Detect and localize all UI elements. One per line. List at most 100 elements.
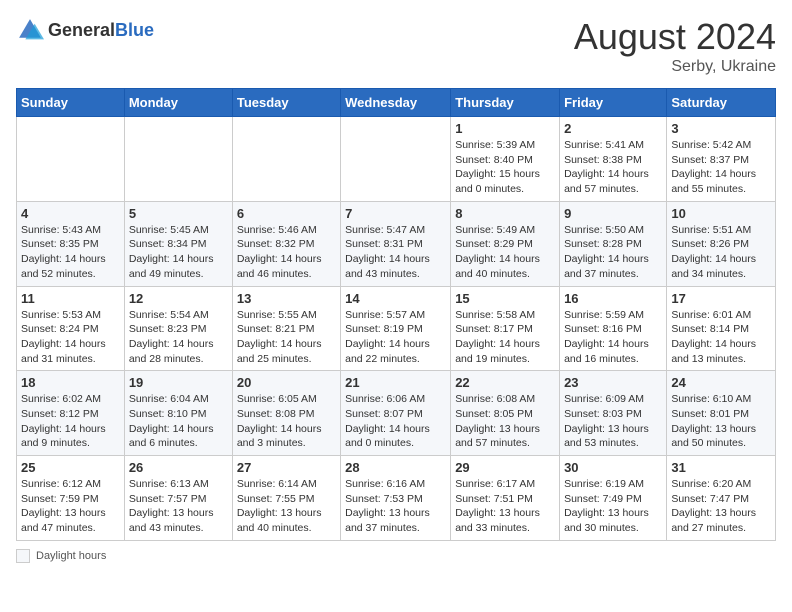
day-info: Sunrise: 5:43 AMSunset: 8:35 PMDaylight:… <box>21 223 120 282</box>
day-info: Sunrise: 6:12 AMSunset: 7:59 PMDaylight:… <box>21 477 120 536</box>
calendar-cell <box>17 117 125 202</box>
day-number: 1 <box>455 121 555 136</box>
location-subtitle: Serby, Ukraine <box>574 58 776 76</box>
legend-box <box>16 549 30 563</box>
day-info: Sunrise: 6:08 AMSunset: 8:05 PMDaylight:… <box>455 392 555 451</box>
day-number: 29 <box>455 460 555 475</box>
weekday-header-row: SundayMondayTuesdayWednesdayThursdayFrid… <box>17 89 776 117</box>
calendar-cell: 22 Sunrise: 6:08 AMSunset: 8:05 PMDayligh… <box>451 371 560 456</box>
day-info: Sunrise: 6:19 AMSunset: 7:49 PMDaylight:… <box>564 477 662 536</box>
weekday-header: Saturday <box>667 89 776 117</box>
calendar-cell: 11 Sunrise: 5:53 AMSunset: 8:24 PMDayligh… <box>17 286 125 371</box>
calendar-week-row: 11 Sunrise: 5:53 AMSunset: 8:24 PMDayligh… <box>17 286 776 371</box>
calendar-cell: 5Sunrise: 5:45 AMSunset: 8:34 PMDaylight… <box>124 201 232 286</box>
calendar-cell: 6 Sunrise: 5:46 AMSunset: 8:32 PMDaylight… <box>232 201 340 286</box>
day-number: 19 <box>129 375 228 390</box>
calendar-cell: 7 Sunrise: 5:47 AMSunset: 8:31 PMDaylight… <box>341 201 451 286</box>
day-number: 28 <box>345 460 446 475</box>
calendar-cell: 4 Sunrise: 5:43 AMSunset: 8:35 PMDaylight… <box>17 201 125 286</box>
day-number: 10 <box>671 206 771 221</box>
day-number: 5 <box>129 206 228 221</box>
day-number: 14 <box>345 291 446 306</box>
day-info: Sunrise: 5:46 AMSunset: 8:32 PMDaylight:… <box>237 223 336 282</box>
calendar-cell: 3 Sunrise: 5:42 AMSunset: 8:37 PMDaylight… <box>667 117 776 202</box>
calendar-cell: 26Sunrise: 6:13 AMSunset: 7:57 PMDayligh… <box>124 456 232 541</box>
day-info: Sunrise: 5:49 AMSunset: 8:29 PMDaylight:… <box>455 223 555 282</box>
day-info: Sunrise: 5:51 AMSunset: 8:26 PMDaylight:… <box>671 223 771 282</box>
calendar-cell: 19 Sunrise: 6:04 AMSunset: 8:10 PMDayligh… <box>124 371 232 456</box>
day-number: 31 <box>671 460 771 475</box>
day-info: Sunrise: 6:16 AMSunset: 7:53 PMDaylight:… <box>345 477 446 536</box>
weekday-header: Thursday <box>451 89 560 117</box>
weekday-header: Sunday <box>17 89 125 117</box>
day-info: Sunrise: 5:47 AMSunset: 8:31 PMDaylight:… <box>345 223 446 282</box>
day-info: Sunrise: 5:57 AMSunset: 8:19 PMDaylight:… <box>345 308 446 367</box>
calendar-week-row: 25 Sunrise: 6:12 AMSunset: 7:59 PMDayligh… <box>17 456 776 541</box>
day-number: 7 <box>345 206 446 221</box>
calendar-cell: 27Sunrise: 6:14 AMSunset: 7:55 PMDayligh… <box>232 456 340 541</box>
day-number: 22 <box>455 375 555 390</box>
day-number: 12 <box>129 291 228 306</box>
day-number: 30 <box>564 460 662 475</box>
calendar-cell: 25 Sunrise: 6:12 AMSunset: 7:59 PMDayligh… <box>17 456 125 541</box>
day-info: Sunrise: 6:02 AMSunset: 8:12 PMDaylight:… <box>21 392 120 451</box>
calendar-cell: 9Sunrise: 5:50 AMSunset: 8:28 PMDaylight… <box>560 201 667 286</box>
calendar-cell: 16Sunrise: 5:59 AMSunset: 8:16 PMDayligh… <box>560 286 667 371</box>
logo-icon <box>16 16 44 44</box>
day-info: Sunrise: 5:55 AMSunset: 8:21 PMDaylight:… <box>237 308 336 367</box>
legend-label: Daylight hours <box>36 550 106 562</box>
day-number: 18 <box>21 375 120 390</box>
calendar-cell: 14 Sunrise: 5:57 AMSunset: 8:19 PMDayligh… <box>341 286 451 371</box>
calendar-cell: 12 Sunrise: 5:54 AMSunset: 8:23 PMDayligh… <box>124 286 232 371</box>
calendar-cell: 15 Sunrise: 5:58 AMSunset: 8:17 PMDayligh… <box>451 286 560 371</box>
calendar-cell: 20Sunrise: 6:05 AMSunset: 8:08 PMDayligh… <box>232 371 340 456</box>
day-number: 6 <box>237 206 336 221</box>
day-info: Sunrise: 5:54 AMSunset: 8:23 PMDaylight:… <box>129 308 228 367</box>
day-number: 2 <box>564 121 662 136</box>
weekday-header: Tuesday <box>232 89 340 117</box>
day-number: 23 <box>564 375 662 390</box>
day-number: 17 <box>671 291 771 306</box>
day-number: 3 <box>671 121 771 136</box>
day-info: Sunrise: 6:13 AMSunset: 7:57 PMDaylight:… <box>129 477 228 536</box>
calendar-cell: 2 Sunrise: 5:41 AMSunset: 8:38 PMDaylight… <box>560 117 667 202</box>
page-header: GeneralBlue August 2024 Serby, Ukraine <box>16 16 776 76</box>
day-info: Sunrise: 5:58 AMSunset: 8:17 PMDaylight:… <box>455 308 555 367</box>
calendar-cell: 18 Sunrise: 6:02 AMSunset: 8:12 PMDayligh… <box>17 371 125 456</box>
day-number: 25 <box>21 460 120 475</box>
calendar-week-row: 18 Sunrise: 6:02 AMSunset: 8:12 PMDayligh… <box>17 371 776 456</box>
calendar-cell: 13Sunrise: 5:55 AMSunset: 8:21 PMDayligh… <box>232 286 340 371</box>
day-info: Sunrise: 6:20 AMSunset: 7:47 PMDaylight:… <box>671 477 771 536</box>
weekday-header: Friday <box>560 89 667 117</box>
day-number: 9 <box>564 206 662 221</box>
calendar-cell: 21Sunrise: 6:06 AMSunset: 8:07 PMDayligh… <box>341 371 451 456</box>
day-info: Sunrise: 6:01 AMSunset: 8:14 PMDaylight:… <box>671 308 771 367</box>
day-info: Sunrise: 5:53 AMSunset: 8:24 PMDaylight:… <box>21 308 120 367</box>
day-info: Sunrise: 6:04 AMSunset: 8:10 PMDaylight:… <box>129 392 228 451</box>
calendar-cell: 30 Sunrise: 6:19 AMSunset: 7:49 PMDayligh… <box>560 456 667 541</box>
day-info: Sunrise: 5:41 AMSunset: 8:38 PMDaylight:… <box>564 138 662 197</box>
title-block: August 2024 Serby, Ukraine <box>574 16 776 76</box>
calendar-week-row: 1 Sunrise: 5:39 AMSunset: 8:40 PMDaylight… <box>17 117 776 202</box>
day-number: 16 <box>564 291 662 306</box>
calendar-cell: 17 Sunrise: 6:01 AMSunset: 8:14 PMDayligh… <box>667 286 776 371</box>
month-year-title: August 2024 <box>574 16 776 58</box>
calendar-cell <box>232 117 340 202</box>
calendar-cell <box>124 117 232 202</box>
day-number: 8 <box>455 206 555 221</box>
day-info: Sunrise: 5:42 AMSunset: 8:37 PMDaylight:… <box>671 138 771 197</box>
legend: Daylight hours <box>16 549 776 563</box>
calendar-cell: 1 Sunrise: 5:39 AMSunset: 8:40 PMDaylight… <box>451 117 560 202</box>
day-number: 4 <box>21 206 120 221</box>
day-number: 11 <box>21 291 120 306</box>
logo: GeneralBlue <box>16 16 154 44</box>
day-info: Sunrise: 6:05 AMSunset: 8:08 PMDaylight:… <box>237 392 336 451</box>
calendar-cell <box>341 117 451 202</box>
calendar-cell: 29Sunrise: 6:17 AMSunset: 7:51 PMDayligh… <box>451 456 560 541</box>
calendar-cell: 28 Sunrise: 6:16 AMSunset: 7:53 PMDayligh… <box>341 456 451 541</box>
calendar-cell: 24Sunrise: 6:10 AMSunset: 8:01 PMDayligh… <box>667 371 776 456</box>
day-number: 15 <box>455 291 555 306</box>
day-info: Sunrise: 5:39 AMSunset: 8:40 PMDaylight:… <box>455 138 555 197</box>
day-info: Sunrise: 6:14 AMSunset: 7:55 PMDaylight:… <box>237 477 336 536</box>
calendar-cell: 23Sunrise: 6:09 AMSunset: 8:03 PMDayligh… <box>560 371 667 456</box>
